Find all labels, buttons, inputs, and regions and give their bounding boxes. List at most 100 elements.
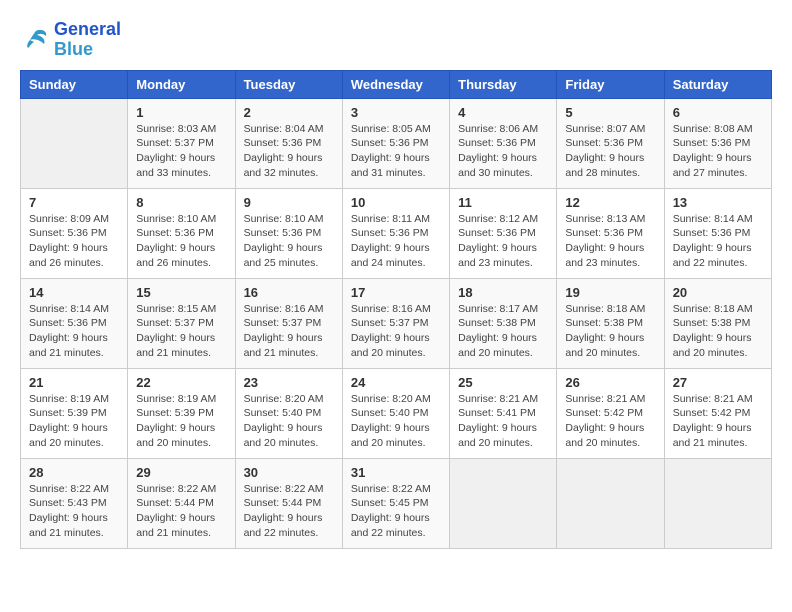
day-number: 12 — [565, 195, 655, 210]
day-number: 19 — [565, 285, 655, 300]
calendar-cell: 12 Sunrise: 8:13 AMSunset: 5:36 PMDayligh… — [557, 188, 664, 278]
day-number: 26 — [565, 375, 655, 390]
day-info: Sunrise: 8:17 AMSunset: 5:38 PMDaylight:… — [458, 302, 548, 361]
calendar-cell — [557, 458, 664, 548]
day-number: 30 — [244, 465, 334, 480]
calendar-cell: 8 Sunrise: 8:10 AMSunset: 5:36 PMDaylight… — [128, 188, 235, 278]
calendar-cell: 10Sunrise: 8:11 AMSunset: 5:36 PMDayligh… — [342, 188, 449, 278]
weekday-header-sunday: Sunday — [21, 70, 128, 98]
day-info: Sunrise: 8:19 AMSunset: 5:39 PMDaylight:… — [136, 392, 226, 451]
day-number: 16 — [244, 285, 334, 300]
day-info: Sunrise: 8:16 AMSunset: 5:37 PMDaylight:… — [244, 302, 334, 361]
day-number: 4 — [458, 105, 548, 120]
weekday-header-wednesday: Wednesday — [342, 70, 449, 98]
calendar-cell: 21Sunrise: 8:19 AMSunset: 5:39 PMDayligh… — [21, 368, 128, 458]
calendar-cell: 25 Sunrise: 8:21 AMSunset: 5:41 PMDayligh… — [450, 368, 557, 458]
calendar-week-row: 1 Sunrise: 8:03 AMSunset: 5:37 PMDaylight… — [21, 98, 772, 188]
calendar-cell: 9Sunrise: 8:10 AMSunset: 5:36 PMDaylight… — [235, 188, 342, 278]
day-info: Sunrise: 8:19 AMSunset: 5:39 PMDaylight:… — [29, 392, 119, 451]
day-number: 29 — [136, 465, 226, 480]
calendar-cell: 28Sunrise: 8:22 AMSunset: 5:43 PMDayligh… — [21, 458, 128, 548]
day-number: 23 — [244, 375, 334, 390]
calendar-cell: 23 Sunrise: 8:20 AMSunset: 5:40 PMDayligh… — [235, 368, 342, 458]
day-number: 25 — [458, 375, 548, 390]
day-number: 18 — [458, 285, 548, 300]
day-info: Sunrise: 8:07 AMSunset: 5:36 PMDaylight:… — [565, 122, 655, 181]
day-number: 14 — [29, 285, 119, 300]
day-info: Sunrise: 8:03 AMSunset: 5:37 PMDaylight:… — [136, 122, 226, 181]
day-info: Sunrise: 8:06 AMSunset: 5:36 PMDaylight:… — [458, 122, 548, 181]
calendar-cell: 3 Sunrise: 8:05 AMSunset: 5:36 PMDaylight… — [342, 98, 449, 188]
calendar-cell: 5 Sunrise: 8:07 AMSunset: 5:36 PMDaylight… — [557, 98, 664, 188]
day-number: 28 — [29, 465, 119, 480]
calendar-cell: 13Sunrise: 8:14 AMSunset: 5:36 PMDayligh… — [664, 188, 771, 278]
calendar-cell: 4 Sunrise: 8:06 AMSunset: 5:36 PMDaylight… — [450, 98, 557, 188]
day-number: 9 — [244, 195, 334, 210]
calendar-cell: 6 Sunrise: 8:08 AMSunset: 5:36 PMDaylight… — [664, 98, 771, 188]
calendar-cell: 24 Sunrise: 8:20 AMSunset: 5:40 PMDayligh… — [342, 368, 449, 458]
day-info: Sunrise: 8:10 AMSunset: 5:36 PMDaylight:… — [136, 212, 226, 271]
day-number: 8 — [136, 195, 226, 210]
calendar-cell: 31 Sunrise: 8:22 AMSunset: 5:45 PMDayligh… — [342, 458, 449, 548]
day-info: Sunrise: 8:08 AMSunset: 5:36 PMDaylight:… — [673, 122, 763, 181]
day-info: Sunrise: 8:21 AMSunset: 5:42 PMDaylight:… — [673, 392, 763, 451]
calendar-cell: 1 Sunrise: 8:03 AMSunset: 5:37 PMDaylight… — [128, 98, 235, 188]
calendar-cell — [664, 458, 771, 548]
calendar-week-row: 14 Sunrise: 8:14 AMSunset: 5:36 PMDayligh… — [21, 278, 772, 368]
calendar-week-row: 21Sunrise: 8:19 AMSunset: 5:39 PMDayligh… — [21, 368, 772, 458]
day-info: Sunrise: 8:21 AMSunset: 5:41 PMDaylight:… — [458, 392, 548, 451]
weekday-header-tuesday: Tuesday — [235, 70, 342, 98]
calendar-cell: 7 Sunrise: 8:09 AMSunset: 5:36 PMDaylight… — [21, 188, 128, 278]
calendar-cell — [450, 458, 557, 548]
weekday-header-monday: Monday — [128, 70, 235, 98]
day-info: Sunrise: 8:04 AMSunset: 5:36 PMDaylight:… — [244, 122, 334, 181]
day-info: Sunrise: 8:22 AMSunset: 5:45 PMDaylight:… — [351, 482, 441, 541]
weekday-header-thursday: Thursday — [450, 70, 557, 98]
day-number: 24 — [351, 375, 441, 390]
calendar-week-row: 28Sunrise: 8:22 AMSunset: 5:43 PMDayligh… — [21, 458, 772, 548]
calendar-table: SundayMondayTuesdayWednesdayThursdayFrid… — [20, 70, 772, 549]
weekday-header-saturday: Saturday — [664, 70, 771, 98]
day-info: Sunrise: 8:05 AMSunset: 5:36 PMDaylight:… — [351, 122, 441, 181]
calendar-cell: 15Sunrise: 8:15 AMSunset: 5:37 PMDayligh… — [128, 278, 235, 368]
page-header: GeneralBlue — [20, 20, 772, 60]
day-info: Sunrise: 8:22 AMSunset: 5:44 PMDaylight:… — [136, 482, 226, 541]
calendar-cell: 11Sunrise: 8:12 AMSunset: 5:36 PMDayligh… — [450, 188, 557, 278]
calendar-cell: 18 Sunrise: 8:17 AMSunset: 5:38 PMDayligh… — [450, 278, 557, 368]
day-info: Sunrise: 8:20 AMSunset: 5:40 PMDaylight:… — [244, 392, 334, 451]
calendar-cell: 29 Sunrise: 8:22 AMSunset: 5:44 PMDayligh… — [128, 458, 235, 548]
day-info: Sunrise: 8:22 AMSunset: 5:44 PMDaylight:… — [244, 482, 334, 541]
calendar-cell: 30 Sunrise: 8:22 AMSunset: 5:44 PMDayligh… — [235, 458, 342, 548]
day-number: 5 — [565, 105, 655, 120]
day-info: Sunrise: 8:09 AMSunset: 5:36 PMDaylight:… — [29, 212, 119, 271]
day-info: Sunrise: 8:20 AMSunset: 5:40 PMDaylight:… — [351, 392, 441, 451]
calendar-cell: 22 Sunrise: 8:19 AMSunset: 5:39 PMDayligh… — [128, 368, 235, 458]
calendar-week-row: 7 Sunrise: 8:09 AMSunset: 5:36 PMDaylight… — [21, 188, 772, 278]
calendar-cell: 16 Sunrise: 8:16 AMSunset: 5:37 PMDayligh… — [235, 278, 342, 368]
day-number: 11 — [458, 195, 548, 210]
day-number: 6 — [673, 105, 763, 120]
day-number: 31 — [351, 465, 441, 480]
day-number: 10 — [351, 195, 441, 210]
day-number: 2 — [244, 105, 334, 120]
logo-text: GeneralBlue — [54, 20, 121, 60]
day-number: 1 — [136, 105, 226, 120]
day-info: Sunrise: 8:21 AMSunset: 5:42 PMDaylight:… — [565, 392, 655, 451]
weekday-header-row: SundayMondayTuesdayWednesdayThursdayFrid… — [21, 70, 772, 98]
day-number: 3 — [351, 105, 441, 120]
day-number: 13 — [673, 195, 763, 210]
day-number: 20 — [673, 285, 763, 300]
weekday-header-friday: Friday — [557, 70, 664, 98]
calendar-cell: 14 Sunrise: 8:14 AMSunset: 5:36 PMDayligh… — [21, 278, 128, 368]
day-info: Sunrise: 8:14 AMSunset: 5:36 PMDaylight:… — [29, 302, 119, 361]
day-info: Sunrise: 8:16 AMSunset: 5:37 PMDaylight:… — [351, 302, 441, 361]
day-info: Sunrise: 8:13 AMSunset: 5:36 PMDaylight:… — [565, 212, 655, 271]
day-info: Sunrise: 8:18 AMSunset: 5:38 PMDaylight:… — [565, 302, 655, 361]
day-number: 22 — [136, 375, 226, 390]
day-number: 27 — [673, 375, 763, 390]
calendar-cell: 19 Sunrise: 8:18 AMSunset: 5:38 PMDayligh… — [557, 278, 664, 368]
day-number: 7 — [29, 195, 119, 210]
day-info: Sunrise: 8:18 AMSunset: 5:38 PMDaylight:… — [673, 302, 763, 361]
day-number: 17 — [351, 285, 441, 300]
calendar-cell: 2 Sunrise: 8:04 AMSunset: 5:36 PMDaylight… — [235, 98, 342, 188]
